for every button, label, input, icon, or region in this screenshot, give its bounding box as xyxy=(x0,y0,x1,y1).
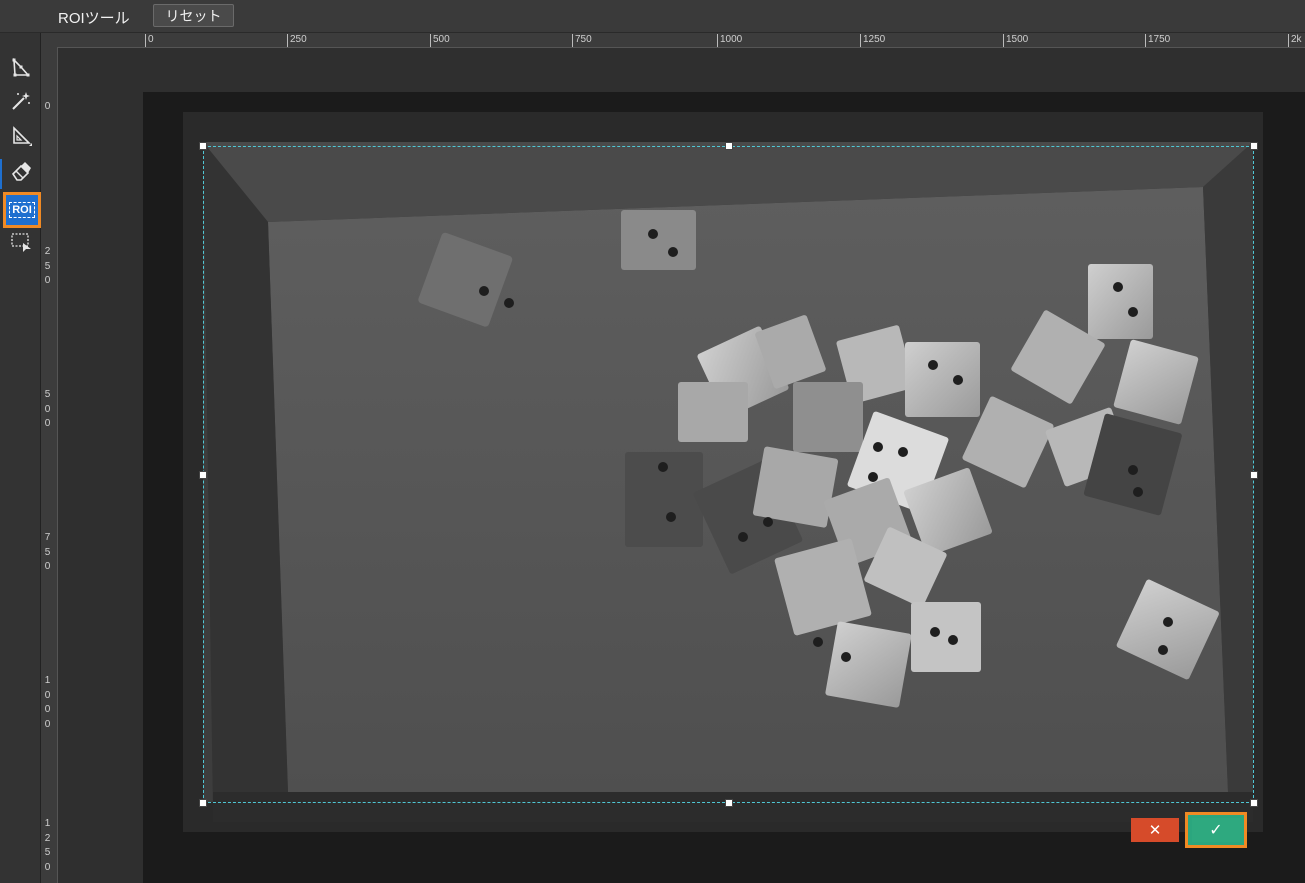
roi-handle-left[interactable] xyxy=(199,471,207,479)
eraser-icon xyxy=(10,160,32,187)
h-ruler-label: 250 xyxy=(287,34,307,47)
horizontal-ruler: 0 250 500 750 1000 1250 1500 1750 2k xyxy=(58,33,1305,48)
v-ruler-label: 1000 xyxy=(44,675,51,730)
confirm-button-inner: ✓ xyxy=(1192,818,1240,842)
magic-wand-icon xyxy=(10,90,32,117)
roi-handle-top[interactable] xyxy=(725,142,733,150)
vertical-ruler: 0 250 500 750 1000 1250 xyxy=(41,47,58,883)
tool-palette: ROI xyxy=(0,33,41,883)
roi-handle-top-right[interactable] xyxy=(1250,142,1258,150)
h-ruler-label: 750 xyxy=(572,34,592,47)
rect-select-arrow-icon xyxy=(10,231,32,258)
triangle-ruler-tool-button[interactable] xyxy=(6,123,36,153)
roi-handle-top-left[interactable] xyxy=(199,142,207,150)
roi-handle-right[interactable] xyxy=(1250,471,1258,479)
reset-button[interactable]: リセット xyxy=(153,4,234,27)
v-ruler-label: 0 xyxy=(44,101,51,112)
h-ruler-label: 1250 xyxy=(860,34,885,47)
h-ruler-label: 1000 xyxy=(717,34,742,47)
roi-handle-bottom-left[interactable] xyxy=(199,799,207,807)
active-indicator xyxy=(0,159,2,189)
ruler-corner xyxy=(41,33,58,47)
v-ruler-label: 750 xyxy=(44,532,51,572)
close-icon: ✕ xyxy=(1148,822,1162,839)
check-icon: ✓ xyxy=(1209,822,1223,839)
h-ruler-label: 0 xyxy=(145,34,154,47)
top-bar: ROIツール リセット xyxy=(0,0,1305,33)
v-ruler-label: 500 xyxy=(44,389,51,429)
roi-icon: ROI xyxy=(9,202,35,218)
h-ruler-label: 1750 xyxy=(1145,34,1170,47)
polygon-tool-button[interactable] xyxy=(6,55,36,85)
polygon-icon xyxy=(10,57,32,84)
h-ruler-label: 1500 xyxy=(1003,34,1028,47)
v-ruler-label: 1250 xyxy=(44,818,51,873)
roi-handle-bottom[interactable] xyxy=(725,799,733,807)
roi-selection-rect[interactable] xyxy=(203,146,1254,803)
eraser-tool-button[interactable] xyxy=(6,158,36,188)
cancel-button[interactable]: ✕ xyxy=(1131,818,1179,842)
roi-tool-button[interactable]: ROI xyxy=(3,192,41,228)
h-ruler-label: 500 xyxy=(430,34,450,47)
triangle-ruler-icon xyxy=(10,125,32,152)
tool-title: ROIツール xyxy=(58,10,130,27)
roi-handle-bottom-right[interactable] xyxy=(1250,799,1258,807)
region-select-tool-button[interactable] xyxy=(6,229,36,259)
h-ruler-label: 2k xyxy=(1288,34,1302,47)
v-ruler-label: 250 xyxy=(44,246,51,286)
magic-wand-tool-button[interactable] xyxy=(6,88,36,118)
confirm-button[interactable]: ✓ xyxy=(1185,812,1247,848)
